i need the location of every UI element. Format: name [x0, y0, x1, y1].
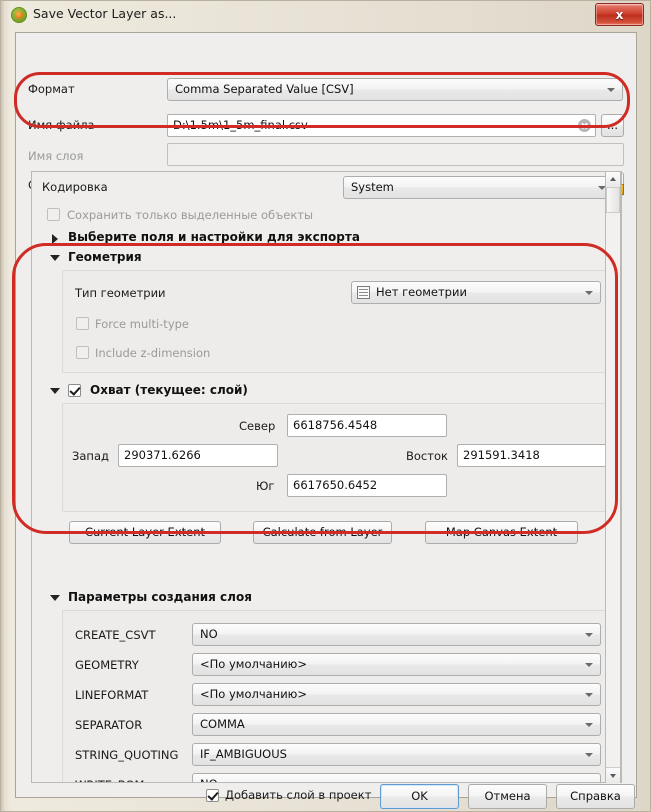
format-combo[interactable]: Comma Separated Value [CSV] [167, 78, 623, 101]
extent-west-label: Запад [72, 449, 109, 463]
chevron-down-icon[interactable] [50, 255, 60, 261]
layer-options-group: CREATE_CSVT NO GEOMETRY <По умолчанию> LINEF… [62, 610, 614, 782]
chevron-down-icon [585, 753, 593, 757]
option-key-separator: SEPARATOR [75, 718, 143, 732]
option-key-string-quoting: STRING_QUOTING [75, 748, 179, 762]
layer-options-section-title[interactable]: Параметры создания слоя [68, 590, 252, 604]
extent-west-input[interactable]: 290371.6266 [118, 444, 278, 467]
table-icon [357, 286, 370, 299]
chevron-down-icon [375, 531, 383, 535]
chevron-down-icon[interactable] [50, 595, 60, 601]
chevron-down-icon [610, 774, 616, 778]
chevron-down-icon [585, 723, 593, 727]
current-layer-extent-button[interactable]: Current Layer Extent [69, 521, 221, 544]
geometry-type-label: Тип геометрии [75, 286, 166, 300]
option-value-text: <По умолчанию> [200, 657, 307, 671]
include-z-label: Include z-dimension [95, 346, 211, 360]
format-label: Формат [28, 82, 75, 96]
window-title: Save Vector Layer as... [33, 6, 177, 21]
fields-export-section-title[interactable]: Выберите поля и настройки для экспорта [68, 230, 360, 244]
option-key-geometry: GEOMETRY [75, 658, 139, 672]
chevron-down-icon [585, 663, 593, 667]
chevron-up-icon [610, 177, 616, 181]
option-value-text: <По умолчанию> [200, 687, 307, 701]
map-canvas-extent-button[interactable]: Map Canvas Extent [425, 521, 578, 544]
force-multi-label: Force multi-type [95, 317, 189, 331]
options-scrollbar[interactable] [605, 171, 621, 783]
save-selected-label: Сохранить только выделенные объекты [67, 208, 314, 222]
option-value-write-bom[interactable]: NO [192, 773, 601, 782]
option-value-text: NO [200, 627, 218, 641]
clear-icon[interactable] [578, 119, 591, 132]
options-scroll-content: Кодировка System Сохранить только выделе… [32, 172, 621, 782]
add-to-project-label: Добавить слой в проект [225, 788, 372, 802]
chevron-down-icon [585, 693, 593, 697]
calculate-from-layer-label: Calculate from Layer [262, 525, 383, 539]
extent-east-label: Восток [406, 449, 448, 463]
option-value-text: COMMA [200, 717, 245, 731]
options-scroll-area: Кодировка System Сохранить только выделе… [31, 171, 622, 783]
close-button[interactable]: x [595, 3, 644, 26]
geometry-type-value: Нет геометрии [376, 285, 467, 299]
extent-section-title[interactable]: Охват (текущее: слой) [90, 383, 248, 397]
extent-group: Север 6618756.4548 Запад 290371.6266 Вос… [62, 403, 615, 512]
extent-checkbox[interactable] [68, 384, 81, 397]
geometry-group: Тип геометрии Нет геометрии Force multi-… [62, 270, 614, 373]
close-icon: x [615, 7, 624, 22]
extent-south-input[interactable]: 6617650.6452 [287, 474, 447, 497]
layername-label: Имя слоя [28, 149, 84, 163]
ok-button[interactable]: OK [380, 784, 459, 809]
format-combo-value: Comma Separated Value [CSV] [175, 82, 354, 96]
layername-input[interactable] [167, 143, 624, 166]
include-z-checkbox[interactable] [76, 346, 89, 359]
extent-east-input[interactable]: 291591.3418 [457, 444, 615, 467]
dialog-window: Save Vector Layer as... x Формат Comma S… [0, 0, 651, 812]
option-value-text: NO [200, 777, 218, 782]
browse-button[interactable]: ... [601, 114, 624, 137]
option-value-create-csvt[interactable]: NO [192, 623, 601, 646]
encoding-label: Кодировка [42, 180, 108, 194]
option-value-lineformat[interactable]: <По умолчанию> [192, 683, 601, 706]
chevron-right-icon[interactable] [52, 234, 58, 244]
encoding-combo-value: System [351, 180, 394, 194]
scrollbar-thumb[interactable] [606, 187, 620, 213]
extent-north-value: 6618756.4548 [293, 418, 378, 432]
extent-north-input[interactable]: 6618756.4548 [287, 414, 447, 437]
option-value-text: IF_AMBIGUOUS [200, 747, 287, 761]
extent-north-label: Север [239, 419, 276, 433]
geometry-type-combo[interactable]: Нет геометрии [351, 281, 601, 304]
filename-label: Имя файла [28, 118, 95, 132]
dialog-client-area: Формат Comma Separated Value [CSV] Имя ф… [15, 32, 637, 809]
calculate-from-layer-button[interactable]: Calculate from Layer [253, 521, 392, 544]
title-bar: Save Vector Layer as... x [1, 1, 650, 29]
save-selected-checkbox[interactable] [47, 208, 60, 221]
chevron-down-icon[interactable] [50, 388, 60, 394]
extent-south-label: Юг [256, 479, 275, 493]
option-key-create-csvt: CREATE_CSVT [75, 628, 156, 642]
chevron-down-icon [607, 88, 615, 92]
encoding-combo[interactable]: System [343, 176, 614, 199]
force-multi-checkbox[interactable] [76, 317, 89, 330]
add-to-project-checkbox[interactable] [206, 789, 219, 802]
option-value-string-quoting[interactable]: IF_AMBIGUOUS [192, 743, 601, 766]
option-value-separator[interactable]: COMMA [192, 713, 601, 736]
extent-west-value: 290371.6266 [124, 448, 201, 462]
option-key-write-bom: WRITE_BOM [75, 778, 144, 782]
window-frame: Save Vector Layer as... x Формат Comma S… [0, 0, 651, 812]
scroll-down-button[interactable] [606, 767, 620, 783]
qgis-logo-icon [11, 7, 27, 23]
filename-input[interactable]: D:\1.5m\1_5m_final.csv [167, 114, 596, 137]
geometry-section-title[interactable]: Геометрия [68, 250, 142, 264]
option-key-lineformat: LINEFORMAT [75, 688, 149, 702]
chevron-down-icon [585, 291, 593, 295]
extent-south-value: 6617650.6452 [293, 478, 378, 492]
scroll-up-button[interactable] [606, 172, 620, 188]
option-value-geometry[interactable]: <По умолчанию> [192, 653, 601, 676]
chevron-down-icon [585, 633, 593, 637]
cancel-button[interactable]: Отмена [468, 784, 547, 809]
filename-value: D:\1.5m\1_5m_final.csv [173, 118, 308, 132]
extent-east-value: 291591.3418 [463, 448, 540, 462]
help-button[interactable]: Справка [556, 784, 635, 809]
